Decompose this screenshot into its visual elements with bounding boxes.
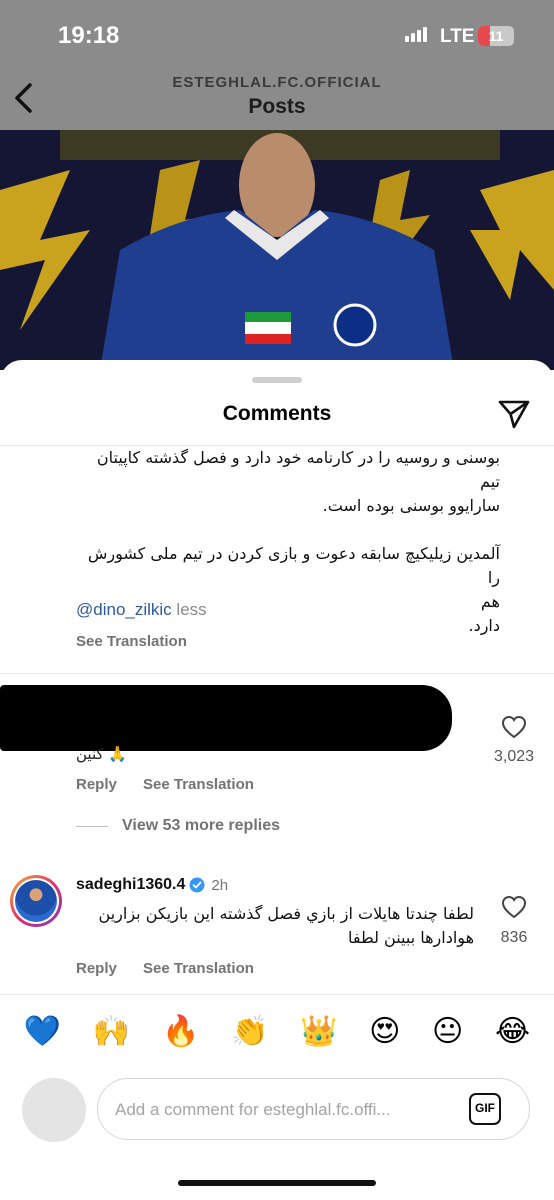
status-time: 19:18: [58, 22, 120, 49]
my-avatar: [22, 1078, 86, 1142]
share-icon[interactable]: [497, 398, 531, 430]
comment-actions: Reply See Translation: [76, 776, 276, 793]
network-type: LTE: [440, 26, 475, 47]
caption-line: سارایوو بوسنی بوده است.: [322, 496, 500, 515]
caption-line: بوسنی و روسیه را در کارنامه خود دارد و ف…: [96, 448, 500, 491]
view-more-replies[interactable]: View 53 more replies: [76, 817, 280, 835]
crown-emoji-button[interactable]: 👑: [300, 1010, 337, 1054]
home-indicator: [178, 1180, 376, 1186]
fire-emoji-button[interactable]: 🔥: [162, 1010, 199, 1054]
battery-level: 11: [488, 28, 504, 44]
view-more-replies-label: View 53 more replies: [122, 817, 281, 834]
mention-link[interactable]: @dino_zilkic: [76, 600, 172, 619]
clapping-emoji-button[interactable]: 👏: [231, 1010, 268, 1054]
battery-icon: 11: [478, 26, 514, 46]
like-count: 836: [500, 929, 528, 946]
comment-header: sadeghi1360.4 2h: [76, 876, 228, 894]
replies-line: [76, 825, 108, 827]
heart-eyes-emoji-button[interactable]: 😍: [369, 1010, 400, 1054]
caption-line: آلمدین زیلیکیچ سابقه دعوت و بازی کردن در…: [87, 544, 500, 587]
avatar[interactable]: [10, 875, 62, 927]
reply-button[interactable]: Reply: [76, 960, 117, 977]
post-background: 19:18 LTE 11 ESTEGHLAL.FC.OFFICIAL Posts: [0, 0, 554, 370]
see-translation-caption[interactable]: See Translation: [76, 633, 187, 650]
redacted-comment-block: [0, 685, 452, 751]
account-name: ESTEGHLAL.FC.OFFICIAL: [172, 74, 382, 91]
post-image: [0, 130, 554, 370]
sheet-grabber[interactable]: [252, 377, 302, 383]
username[interactable]: sadeghi1360.4: [76, 876, 185, 894]
sheet-title: Comments: [222, 402, 332, 425]
comment-text: لطفا چندتا هایلات از بازي فصل گذشته این …: [98, 904, 474, 947]
status-bar: 19:18 LTE 11 ESTEGHLAL.FC.OFFICIAL Posts: [0, 0, 554, 130]
avatar-ring: [13, 878, 59, 924]
blue-heart-emoji-button[interactable]: 💙: [24, 1010, 61, 1054]
like-heart-icon[interactable]: [501, 895, 527, 919]
page-title: Posts: [248, 95, 306, 118]
laughing-emoji-button[interactable]: 😂: [495, 1010, 530, 1054]
emoji-reaction-bar: 💙 🙌 🔥 👏 👑 😍 😐 😂: [0, 1010, 554, 1054]
like-heart-icon[interactable]: [501, 715, 527, 739]
raising-hands-emoji-button[interactable]: 🙌: [93, 1010, 130, 1054]
see-translation-button[interactable]: See Translation: [143, 776, 254, 793]
caption-mention-row: @dino_zilkic less: [76, 600, 207, 620]
avatar-image: [15, 880, 57, 922]
reply-button[interactable]: Reply: [76, 776, 117, 793]
comment-input[interactable]: [115, 1097, 455, 1123]
comment-time: 2h: [211, 876, 229, 894]
less-toggle[interactable]: less: [176, 600, 206, 619]
input-divider: [0, 994, 554, 995]
verified-badge-icon: [189, 877, 205, 893]
neutral-face-emoji-button[interactable]: 😐: [432, 1010, 463, 1054]
caption-divider: [0, 673, 554, 674]
comment-input-box[interactable]: GIF: [97, 1078, 530, 1140]
see-translation-button[interactable]: See Translation: [143, 960, 254, 977]
comments-sheet: Comments بوسنی و روسیه را در کارنامه خود…: [0, 360, 554, 1200]
comment-actions: Reply See Translation: [76, 960, 276, 977]
comment-text: کنین 🙏: [76, 745, 128, 763]
signal-icon: [405, 27, 427, 42]
like-count: 3,023: [493, 748, 535, 765]
gif-button[interactable]: GIF: [469, 1093, 501, 1125]
